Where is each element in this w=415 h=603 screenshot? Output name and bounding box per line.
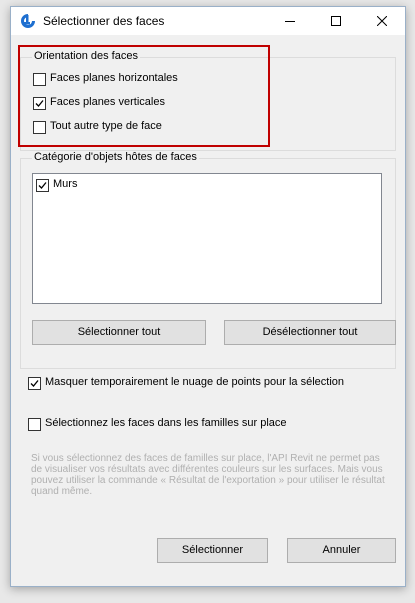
close-icon: [377, 16, 387, 26]
minimize-icon: [285, 21, 295, 22]
select-in-place-families-label: Sélectionnez les faces dans les familles…: [45, 417, 287, 429]
category-group-title: Catégorie d'objets hôtes de faces: [32, 151, 199, 163]
maximize-button[interactable]: [313, 7, 359, 35]
maximize-icon: [331, 16, 341, 26]
close-button[interactable]: [359, 7, 405, 35]
hide-point-cloud-checkbox[interactable]: [28, 377, 41, 390]
deselect-all-button[interactable]: Désélectionner tout: [224, 320, 396, 345]
minimize-button[interactable]: [267, 7, 313, 35]
cancel-button[interactable]: Annuler: [287, 538, 396, 563]
select-button[interactable]: Sélectionner: [157, 538, 268, 563]
hide-point-cloud-label: Masquer temporairement le nuage de point…: [45, 376, 345, 388]
highlight-annotation: [18, 45, 270, 147]
select-in-place-families-checkbox[interactable]: [28, 418, 41, 431]
title-bar[interactable]: Sélectionner des faces: [11, 7, 405, 35]
select-all-button[interactable]: Sélectionner tout: [32, 320, 206, 345]
window-title: Sélectionner des faces: [43, 14, 165, 28]
category-listbox[interactable]: Murs: [32, 173, 382, 304]
check-icon: [38, 182, 47, 189]
murs-checkbox[interactable]: [36, 179, 49, 192]
select-faces-dialog: Sélectionner des faces Orientation des f…: [10, 6, 406, 587]
app-icon: [20, 13, 36, 29]
murs-label: Murs: [53, 178, 78, 190]
info-text: Si vous sélectionnez des faces de famill…: [31, 453, 385, 497]
check-icon: [30, 380, 39, 387]
